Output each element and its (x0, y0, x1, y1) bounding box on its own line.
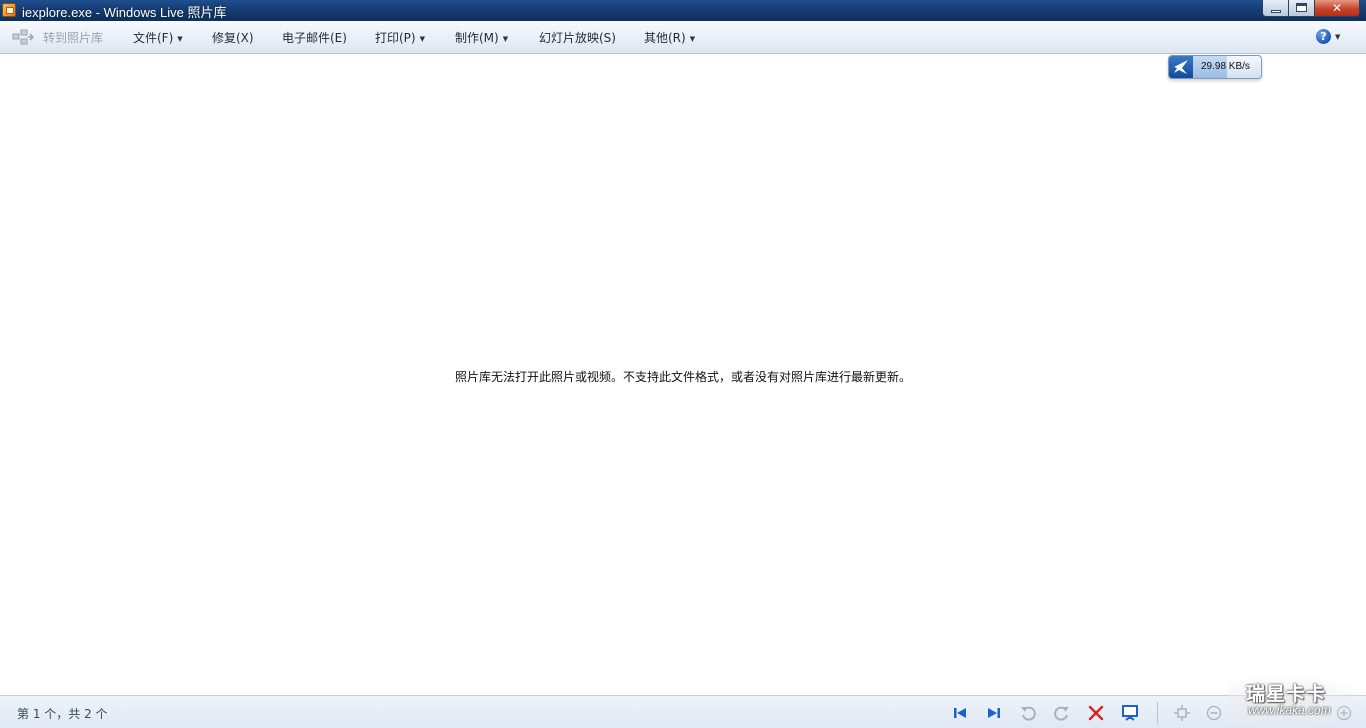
minimize-icon (1271, 10, 1281, 13)
dropdown-arrow-icon: ▼ (689, 35, 696, 43)
status-separator (1157, 702, 1158, 724)
first-icon[interactable] (951, 704, 969, 722)
maximize-icon (1296, 3, 1307, 12)
close-button[interactable]: ✕ (1315, 0, 1360, 17)
zoom-out-icon[interactable] (1205, 704, 1223, 722)
actual-size-icon[interactable] (1173, 704, 1191, 722)
thunder-bird-icon (1169, 56, 1193, 78)
download-speed-widget[interactable]: 29.98 KB/s (1168, 55, 1262, 79)
watermark-url: www.ikaka.com (1248, 703, 1331, 717)
dropdown-arrow-icon: ▼ (419, 35, 425, 43)
minimize-button[interactable] (1262, 0, 1289, 17)
help-button[interactable]: ? ▼ (1316, 29, 1340, 47)
slideshow-icon[interactable] (1121, 704, 1139, 722)
dropdown-arrow-icon: ▼ (1335, 32, 1341, 41)
help-icon: ? (1316, 29, 1331, 44)
title-bar[interactable]: iexplore.exe - Windows Live 照片库 ✕ (0, 0, 1366, 21)
menu-slideshow[interactable]: 幻灯片放映(S) (539, 30, 616, 46)
maximize-button[interactable] (1289, 0, 1315, 17)
menu-bar: 转到照片库 文件(F) ▼ 修复(X) 电子邮件(E) 打印(P) ▼ 制作(M) ▼… (0, 21, 1366, 54)
download-speed-value: 29.98 KB/s (1201, 61, 1250, 72)
menu-make-label: 制作(M) (455, 31, 499, 45)
rotate-right-icon[interactable] (1053, 704, 1071, 722)
menu-print-label: 打印(P) (375, 31, 416, 45)
menu-email[interactable]: 电子邮件(E) (282, 30, 347, 46)
window-title: iexplore.exe - Windows Live 照片库 (22, 5, 227, 20)
watermark-brand: 瑞星卡卡 (1246, 683, 1327, 705)
rotate-left-icon[interactable] (1019, 704, 1037, 722)
error-message: 照片库无法打开此照片或视频。不支持此文件格式，或者没有对照片库进行最新更新。 (454, 370, 911, 384)
window-controls: ✕ (1262, 0, 1360, 18)
ikaka-watermark: 瑞星卡卡 www.ikaka.com (1228, 675, 1366, 728)
status-bar: 第 1 个，共 2 个 (0, 695, 1366, 728)
app-icon (2, 3, 16, 17)
goto-gallery-button[interactable]: 转到照片库 (43, 30, 103, 46)
menu-make[interactable]: 制作(M) ▼ (455, 30, 508, 46)
menu-file-label: 文件(F) (133, 31, 174, 45)
menu-extras-label: 其他(R) (644, 31, 686, 45)
dropdown-arrow-icon: ▼ (502, 35, 509, 43)
menu-print[interactable]: 打印(P) ▼ (375, 30, 425, 46)
goto-gallery-icon (12, 29, 34, 45)
page-count: 第 1 个，共 2 个 (17, 707, 108, 721)
dropdown-arrow-icon: ▼ (177, 35, 183, 43)
menu-fix[interactable]: 修复(X) (212, 30, 254, 46)
next-icon[interactable] (985, 704, 1003, 722)
menu-file[interactable]: 文件(F) ▼ (133, 30, 183, 46)
delete-icon[interactable] (1087, 704, 1105, 722)
close-icon: ✕ (1331, 1, 1343, 15)
menu-extras[interactable]: 其他(R) ▼ (644, 30, 695, 46)
